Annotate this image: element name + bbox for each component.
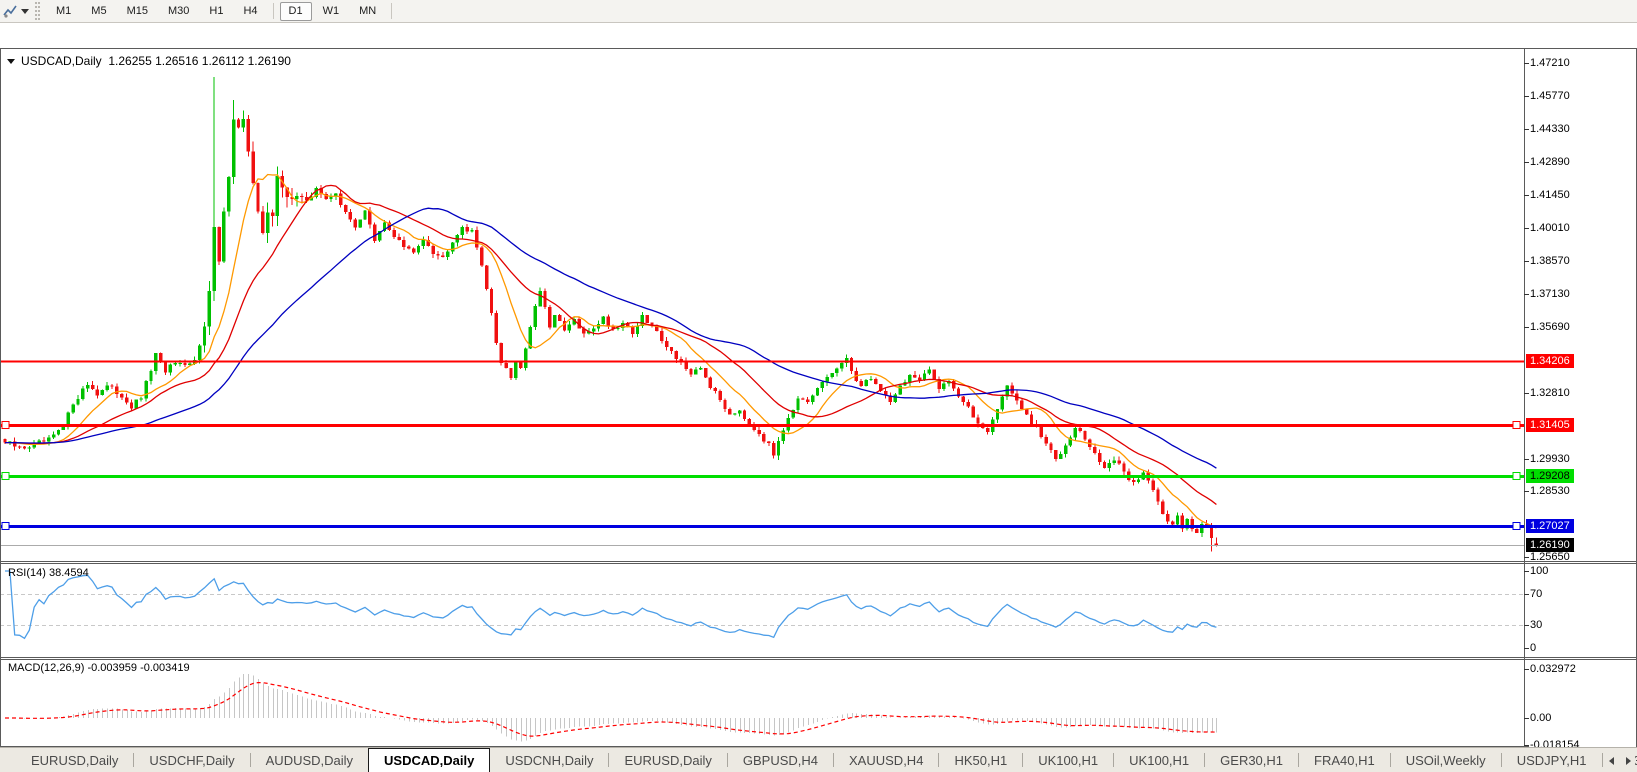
chart-tab-usoil-weekly[interactable]: USOil,Weekly (1391, 748, 1501, 772)
chart-tab-gbpusd-h4[interactable]: GBPUSD,H4 (728, 748, 833, 772)
price-tick-label: 1.42890 (1530, 157, 1570, 168)
chart-tab-uk100-h1[interactable]: UK100,H1 (1023, 748, 1113, 772)
chart-tab-eurusd-daily[interactable]: EURUSD,Daily (609, 748, 726, 772)
toolbar-grip[interactable] (35, 2, 40, 20)
top-toolbar: M1M5M15M30H1H4 D1W1MN (0, 0, 1637, 23)
chart-symbol-label: USDCAD,Daily (21, 54, 102, 68)
rsi-indicator-label: RSI(14) 38.4594 (8, 567, 89, 579)
tool-dropdown-caret-icon[interactable] (21, 9, 29, 14)
tab-scroll-right-icon[interactable] (1626, 757, 1631, 765)
chart-tab-hk50-h1[interactable]: HK50,H1 (939, 748, 1022, 772)
hline-price-badge: 1.34206 (1526, 354, 1574, 368)
chart-tab-usdcnh-daily[interactable]: USDCNH,Daily (490, 748, 608, 772)
price-tick-label: 1.40010 (1530, 223, 1570, 234)
rsi-tick-label: 70 (1530, 589, 1542, 600)
macd-indicator-label: MACD(12,26,9) -0.003959 -0.003419 (8, 662, 190, 674)
timeframe-button-m1[interactable]: M1 (47, 2, 80, 21)
price-tick-label: 1.38570 (1530, 256, 1570, 267)
price-tick-label: 1.32810 (1530, 388, 1570, 399)
price-tick-label: 1.41450 (1530, 190, 1570, 201)
price-tick-label: 1.29930 (1530, 454, 1570, 465)
timeframe-button-m5[interactable]: M5 (82, 2, 115, 21)
price-tick-label: 1.37130 (1530, 289, 1570, 300)
line-tool-icon[interactable] (2, 3, 18, 19)
chart-tab-ger30-h1[interactable]: GER30,H1 (1205, 748, 1298, 772)
timeframe-button-mn[interactable]: MN (350, 2, 385, 21)
chart-tab-usdcad-daily[interactable]: USDCAD,Daily (368, 748, 490, 772)
rsi-pane-divider[interactable] (0, 560, 1524, 565)
chart-collapse-icon[interactable] (7, 59, 15, 64)
price-tick-label: 1.25650 (1530, 552, 1570, 563)
rsi-tick-label: 100 (1530, 566, 1548, 577)
chart-tab-usdchf-daily[interactable]: USDCHF,Daily (134, 748, 249, 772)
price-tick-label: 1.35690 (1530, 322, 1570, 333)
chart-tab-bar: EURUSD,DailyUSDCHF,DailyAUDUSD,DailyUSDC… (0, 747, 1637, 772)
timeframe-button-group: M1M5M15M30H1H4 D1W1MN (46, 2, 397, 21)
chart-ohlc-values: 1.26255 1.26516 1.26112 1.26190 (108, 54, 291, 68)
timeframe-button-m15[interactable]: M15 (118, 2, 157, 21)
timeframe-button-h4[interactable]: H4 (234, 2, 266, 21)
tab-scroll-left-icon[interactable] (1609, 757, 1614, 765)
current-price-badge: 1.26190 (1526, 538, 1574, 552)
rsi-tick-label: 30 (1530, 620, 1542, 631)
chart-window[interactable]: USDCAD,Daily 1.26255 1.26516 1.26112 1.2… (0, 24, 1637, 747)
toolbar-separator (391, 3, 392, 19)
hline-price-badge: 1.27027 (1526, 519, 1574, 533)
price-tick-label: 1.28530 (1530, 486, 1570, 497)
timeframe-button-w1[interactable]: W1 (314, 2, 349, 21)
tab-scroll-arrows (1605, 748, 1635, 772)
price-tick-label: 1.44330 (1530, 124, 1570, 135)
price-tick-label: 1.45770 (1530, 91, 1570, 102)
chart-tab-audusd-daily[interactable]: AUDUSD,Daily (251, 748, 368, 772)
chart-tab-xauusd-h4[interactable]: XAUUSD,H4 (834, 748, 938, 772)
rsi-tick-label: 0 (1530, 643, 1536, 654)
toolbar-separator (273, 3, 274, 19)
chart-tab-eurusd-daily[interactable]: EURUSD,Daily (16, 748, 133, 772)
chart-tab-uk100-h1[interactable]: UK100,H1 (1114, 748, 1204, 772)
price-tick-label: 1.47210 (1530, 58, 1570, 69)
macd-pane-divider[interactable] (0, 656, 1524, 661)
chart-tab-usdjpy-h1[interactable]: USDJPY,H1 (1502, 748, 1602, 772)
hline-price-badge: 1.29208 (1526, 469, 1574, 483)
timeframe-button-h1[interactable]: H1 (200, 2, 232, 21)
chart-tab-fra40-h1[interactable]: FRA40,H1 (1299, 748, 1390, 772)
chart-title: USDCAD,Daily 1.26255 1.26516 1.26112 1.2… (7, 54, 291, 68)
macd-tick-label: 0.00 (1530, 713, 1551, 724)
timeframe-button-m30[interactable]: M30 (159, 2, 198, 21)
macd-tick-label: 0.032972 (1530, 664, 1576, 675)
hline-price-badge: 1.31405 (1526, 418, 1574, 432)
timeframe-button-d1[interactable]: D1 (280, 2, 312, 21)
